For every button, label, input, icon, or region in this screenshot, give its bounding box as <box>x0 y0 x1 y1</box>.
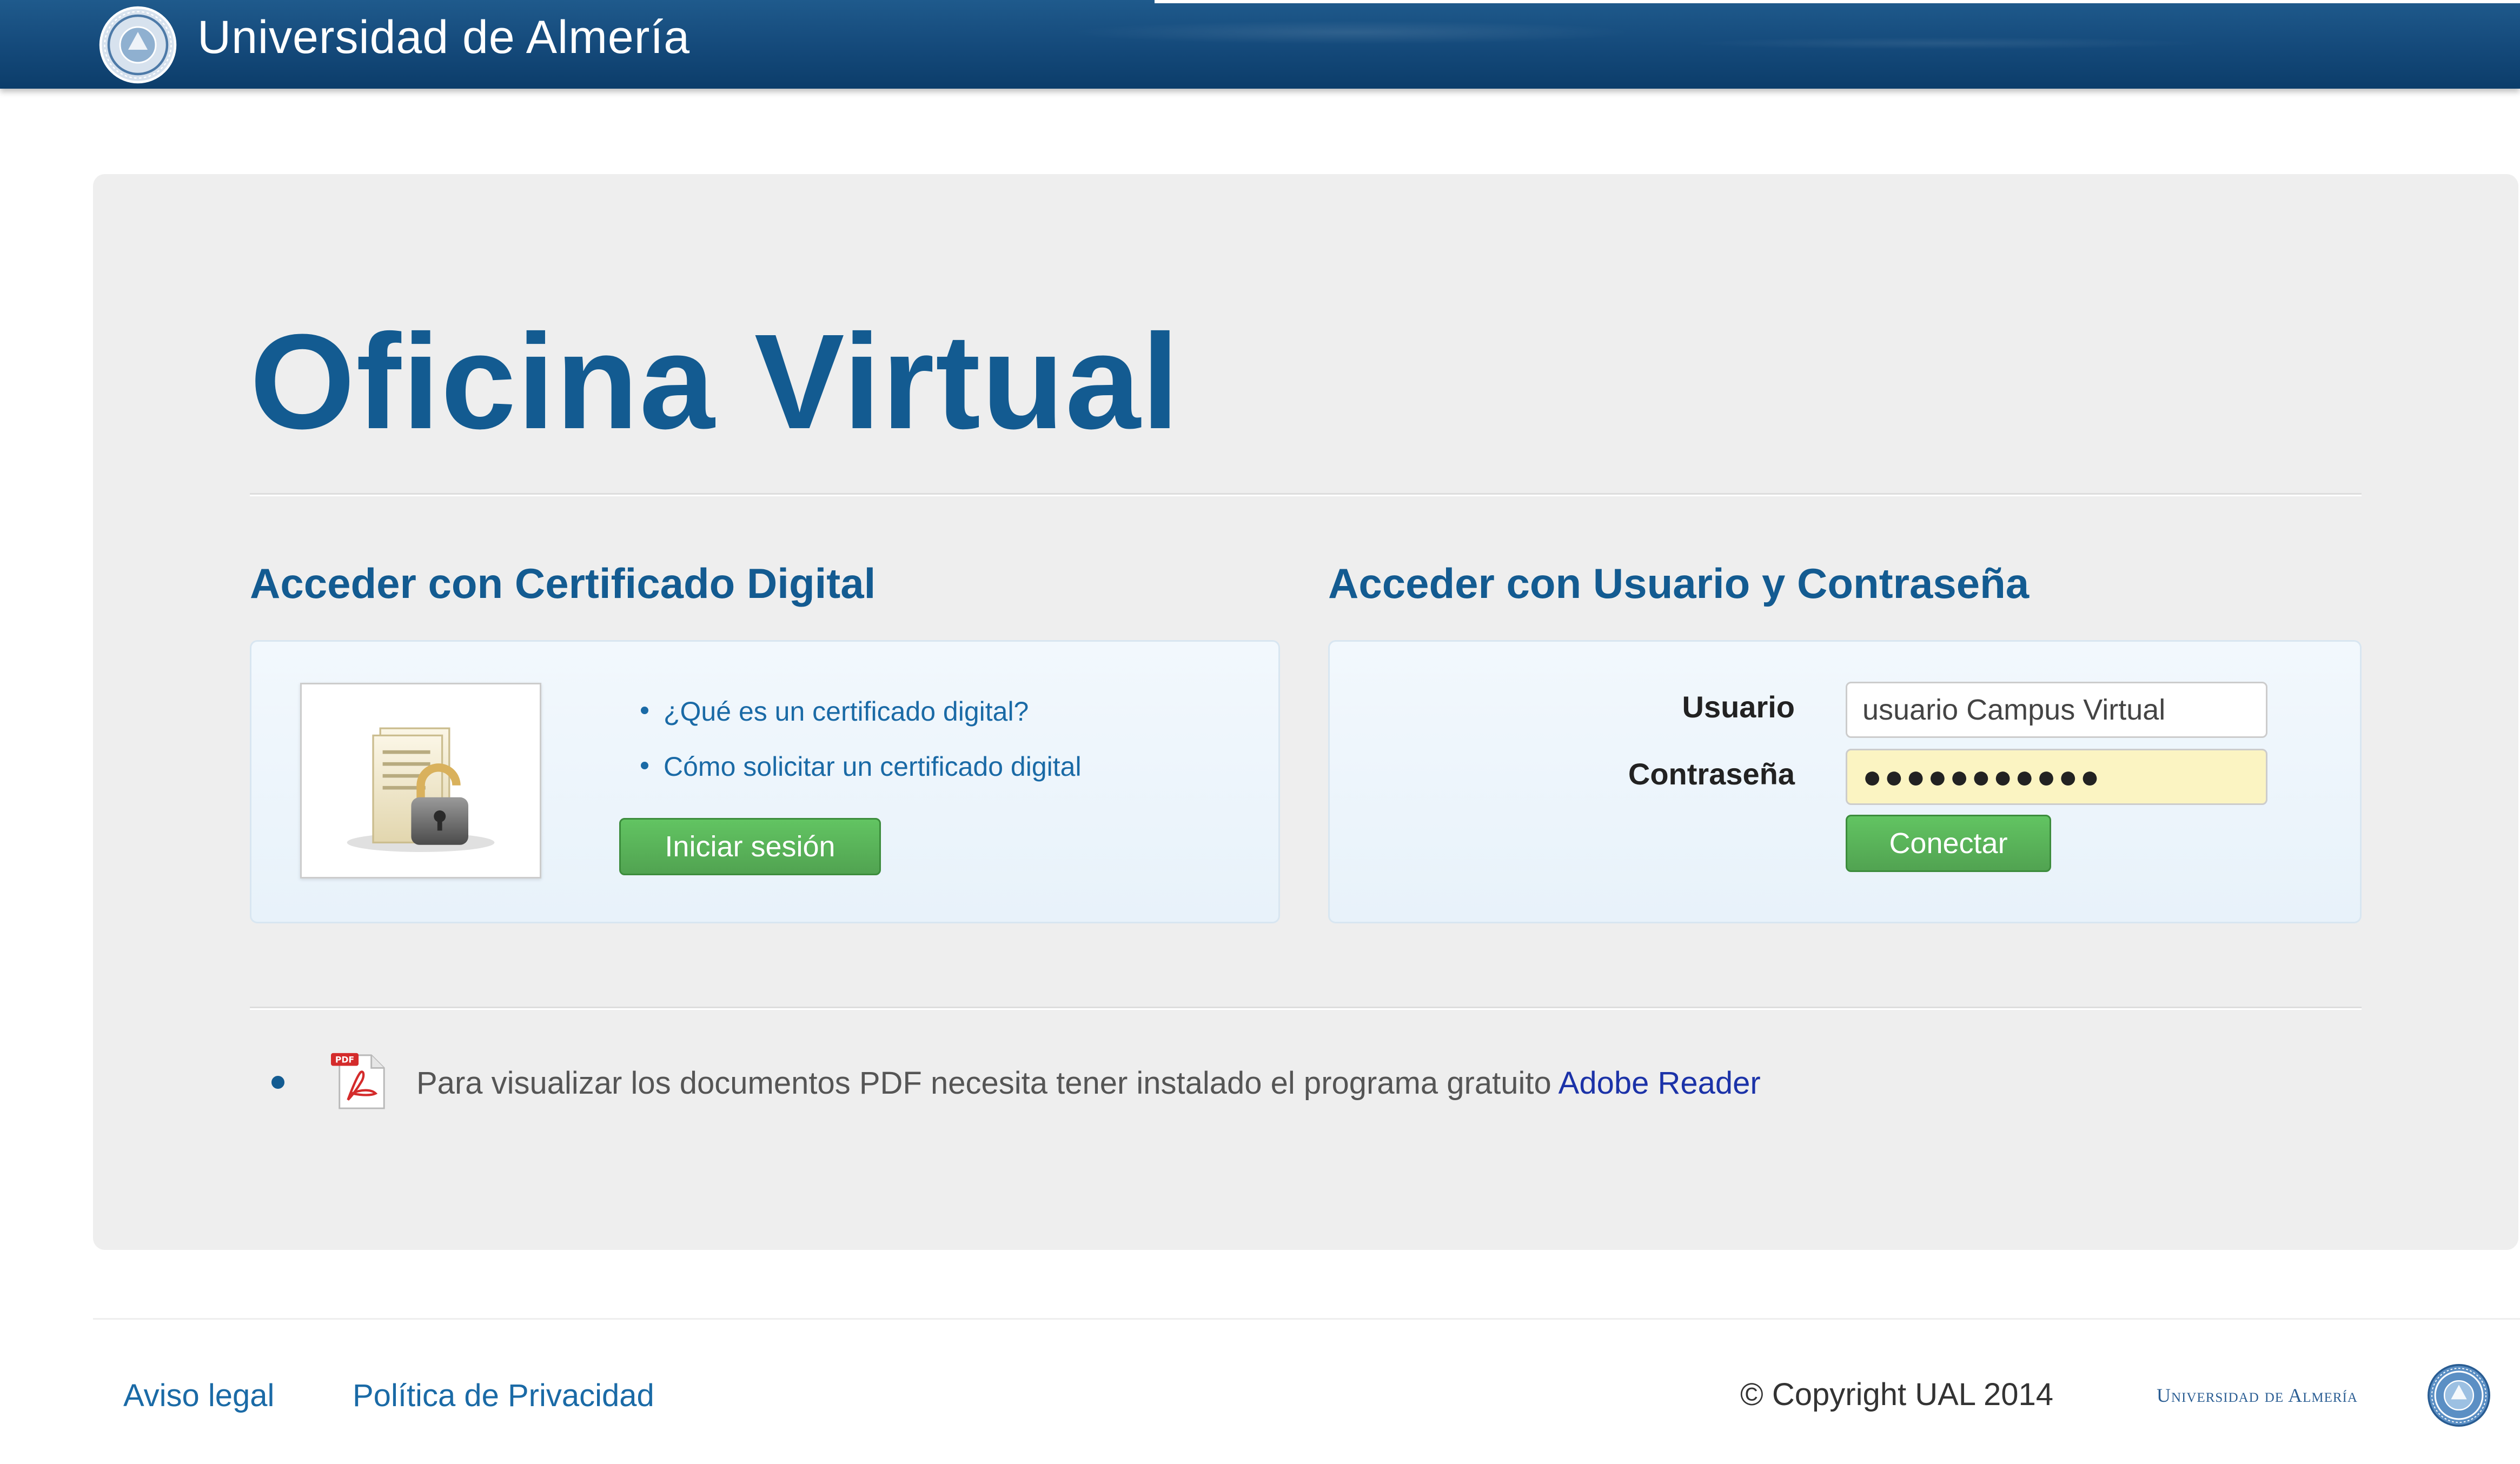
privacy-policy-link[interactable]: Política de Privacidad <box>353 1378 654 1414</box>
link-text[interactable]: ¿Qué es un certificado digital? <box>664 696 1029 727</box>
adobe-reader-link[interactable]: Adobe Reader <box>1559 1066 1761 1101</box>
certificate-box: ¿Qué es un certificado digital? Cómo sol… <box>250 640 1280 923</box>
username-field[interactable]: usuario Campus Virtual <box>1846 682 2267 738</box>
svg-text:PDF: PDF <box>335 1055 354 1065</box>
header-top-line <box>1155 0 2520 3</box>
link-text[interactable]: Cómo solicitar un certificado digital <box>664 751 1082 782</box>
copyright-text: © Copyright UAL 2014 <box>1740 1377 2054 1412</box>
footer-divider <box>93 1318 2520 1320</box>
certificate-image <box>300 683 541 879</box>
pdf-note-text: Para visualizar los documentos PDF neces… <box>416 1065 1761 1101</box>
credentials-box: Usuario usuario Campus Virtual Contraseñ… <box>1328 640 2362 923</box>
link-request-certificate[interactable]: Cómo solicitar un certificado digital <box>641 739 1082 794</box>
username-label: Usuario <box>1682 690 1795 724</box>
password-field[interactable]: ●●●●●●●●●●● <box>1846 749 2267 805</box>
aviso-legal-link[interactable]: Aviso legal <box>123 1378 274 1414</box>
main-panel: Oficina Virtual Acceder con Certificado … <box>93 174 2518 1250</box>
title-divider <box>250 493 2362 496</box>
university-seal-icon[interactable] <box>97 4 178 85</box>
certificate-links: ¿Qué es un certificado digital? Cómo sol… <box>641 684 1082 794</box>
conectar-button[interactable]: Conectar <box>1846 815 2051 872</box>
certificate-lock-icon <box>347 727 495 852</box>
footer-brand-name[interactable]: Universidad de Almería <box>2157 1384 2358 1407</box>
iniciar-sesion-button[interactable]: Iniciar sesión <box>619 818 881 875</box>
section-divider <box>250 1007 2362 1010</box>
credentials-heading: Acceder con Usuario y Contraseña <box>1328 560 2030 607</box>
pdf-note-message: Para visualizar los documentos PDF neces… <box>416 1066 1551 1101</box>
university-seal-icon[interactable] <box>2426 1362 2492 1428</box>
pdf-file-icon: PDF <box>331 1053 385 1109</box>
certificate-heading: Acceder con Certificado Digital <box>250 560 876 607</box>
bullet-icon <box>641 761 648 769</box>
site-header: Universidad de Almería <box>0 0 2520 89</box>
bullet-icon <box>271 1076 284 1089</box>
bullet-icon <box>641 706 648 714</box>
university-name[interactable]: Universidad de Almería <box>197 11 690 64</box>
link-what-is-certificate[interactable]: ¿Qué es un certificado digital? <box>641 684 1082 739</box>
password-label: Contraseña <box>1628 757 1795 791</box>
page-title: Oficina Virtual <box>250 306 1181 457</box>
